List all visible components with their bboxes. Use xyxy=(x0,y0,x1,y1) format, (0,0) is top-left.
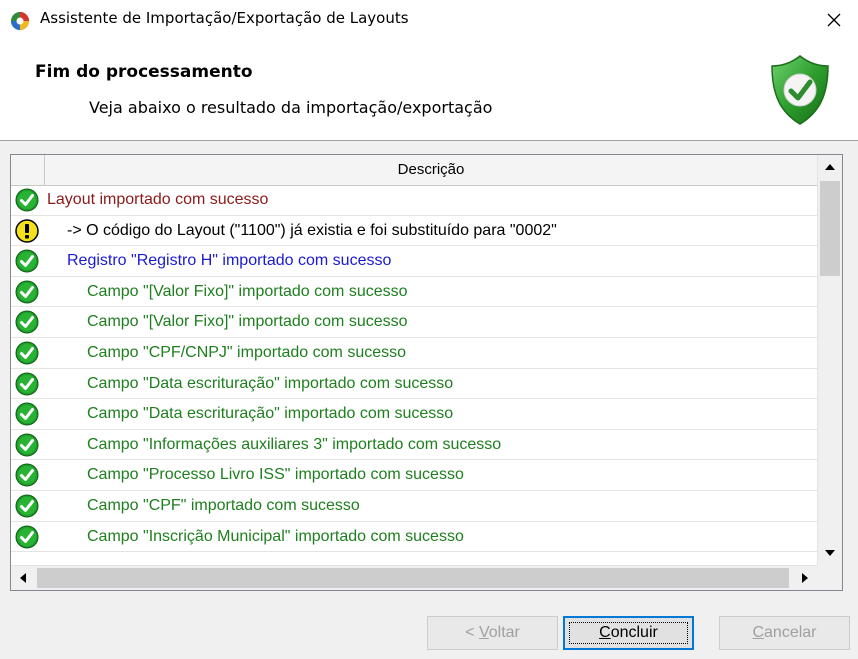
success-check-icon xyxy=(15,402,39,426)
page-title: Fim do processamento xyxy=(35,62,253,82)
table-row[interactable]: Campo "Data escrituração" importado com … xyxy=(11,369,817,400)
row-text: -> O código do Layout ("1100") já existi… xyxy=(67,221,557,239)
success-check-icon xyxy=(15,341,39,365)
row-text: Registro "Registro H" importado com suce… xyxy=(67,252,392,270)
warning-icon xyxy=(15,218,39,243)
table-row[interactable]: -> O código do Layout ("1100") já existi… xyxy=(11,216,817,247)
success-check-icon xyxy=(15,280,39,304)
arrow-down-icon xyxy=(825,550,835,556)
row-text: Campo "Informações auxiliares 3" importa… xyxy=(87,435,502,453)
row-text: Campo "[Valor Fixo]" importado com suces… xyxy=(87,313,408,331)
success-check-icon xyxy=(15,525,39,549)
row-text: Campo "Processo Livro ISS" importado com… xyxy=(87,466,464,484)
row-text: Campo "[Valor Fixo]" importado com suces… xyxy=(87,282,408,300)
table-row[interactable]: Registro "Registro H" importado com suce… xyxy=(11,246,817,277)
scroll-left-button[interactable] xyxy=(11,566,35,590)
row-text: Campo "CPF/CNPJ" importado com sucesso xyxy=(87,343,407,361)
success-check-icon xyxy=(15,433,39,457)
arrow-right-icon xyxy=(802,573,808,583)
vertical-scroll-thumb[interactable] xyxy=(820,181,840,276)
table-row[interactable]: Campo "Processo Livro ISS" importado com… xyxy=(11,460,817,491)
scrollbar-corner xyxy=(817,565,842,590)
title-bar: Assistente de Importação/Exportação de L… xyxy=(0,0,858,40)
row-text: Layout importado com sucesso xyxy=(47,191,269,208)
close-button[interactable] xyxy=(810,0,858,40)
table-row[interactable]: Campo "Data escrituração" importado com … xyxy=(11,399,817,430)
scroll-up-button[interactable] xyxy=(818,155,842,179)
column-header-descricao[interactable]: Descrição xyxy=(45,155,817,185)
table-row[interactable]: Campo "[Valor Fixo]" importado com suces… xyxy=(11,277,817,308)
window-title: Assistente de Importação/Exportação de L… xyxy=(40,9,409,27)
table-row[interactable]: Layout importado com sucesso xyxy=(11,185,817,216)
success-check-icon xyxy=(15,249,39,273)
table-row[interactable]: Campo "Informações auxiliares 3" importa… xyxy=(11,430,817,461)
row-text: Campo "Data escrituração" importado com … xyxy=(87,374,454,392)
scroll-down-button[interactable] xyxy=(818,541,842,565)
vertical-scrollbar[interactable] xyxy=(817,155,842,565)
close-icon xyxy=(827,13,841,27)
success-check-icon xyxy=(15,372,39,396)
horizontal-scrollbar[interactable] xyxy=(11,565,817,590)
wizard-header: Fim do processamento Veja abaixo o resul… xyxy=(0,40,858,141)
grid-rows: Layout importado com sucesso -> O código… xyxy=(11,185,817,553)
arrow-up-icon xyxy=(825,164,835,170)
success-check-icon xyxy=(15,494,39,518)
table-row[interactable]: Campo "[Valor Fixo]" importado com suces… xyxy=(11,307,817,338)
grid-header: Descrição xyxy=(11,155,817,186)
back-button[interactable]: < Voltar xyxy=(427,616,558,650)
app-logo-icon xyxy=(11,12,29,30)
result-grid: Descrição Layout importado com sucesso -… xyxy=(10,154,843,591)
row-text: Campo "CPF" importado com sucesso xyxy=(87,496,360,514)
row-text: Campo "Inscrição Municipal" importado co… xyxy=(87,527,464,545)
arrow-left-icon xyxy=(20,573,26,583)
horizontal-scroll-thumb[interactable] xyxy=(37,568,789,588)
scroll-right-button[interactable] xyxy=(793,566,817,590)
success-check-icon xyxy=(15,310,39,334)
page-subtitle: Veja abaixo o resultado da importação/ex… xyxy=(89,98,493,117)
success-check-icon xyxy=(15,463,39,487)
table-row[interactable]: Campo "CPF" importado com sucesso xyxy=(11,491,817,522)
row-text: Campo "Data escrituração" importado com … xyxy=(87,405,454,423)
row-indicator-header xyxy=(11,155,45,185)
cancel-button[interactable]: Cancelar xyxy=(719,616,850,650)
finish-button[interactable]: Concluir xyxy=(563,616,694,650)
success-check-icon xyxy=(15,188,39,212)
table-row[interactable]: Campo "Inscrição Municipal" importado co… xyxy=(11,522,817,553)
table-row[interactable]: Campo "CPF/CNPJ" importado com sucesso xyxy=(11,338,817,369)
focus-rectangle xyxy=(569,622,688,644)
security-shield-icon xyxy=(771,55,829,125)
